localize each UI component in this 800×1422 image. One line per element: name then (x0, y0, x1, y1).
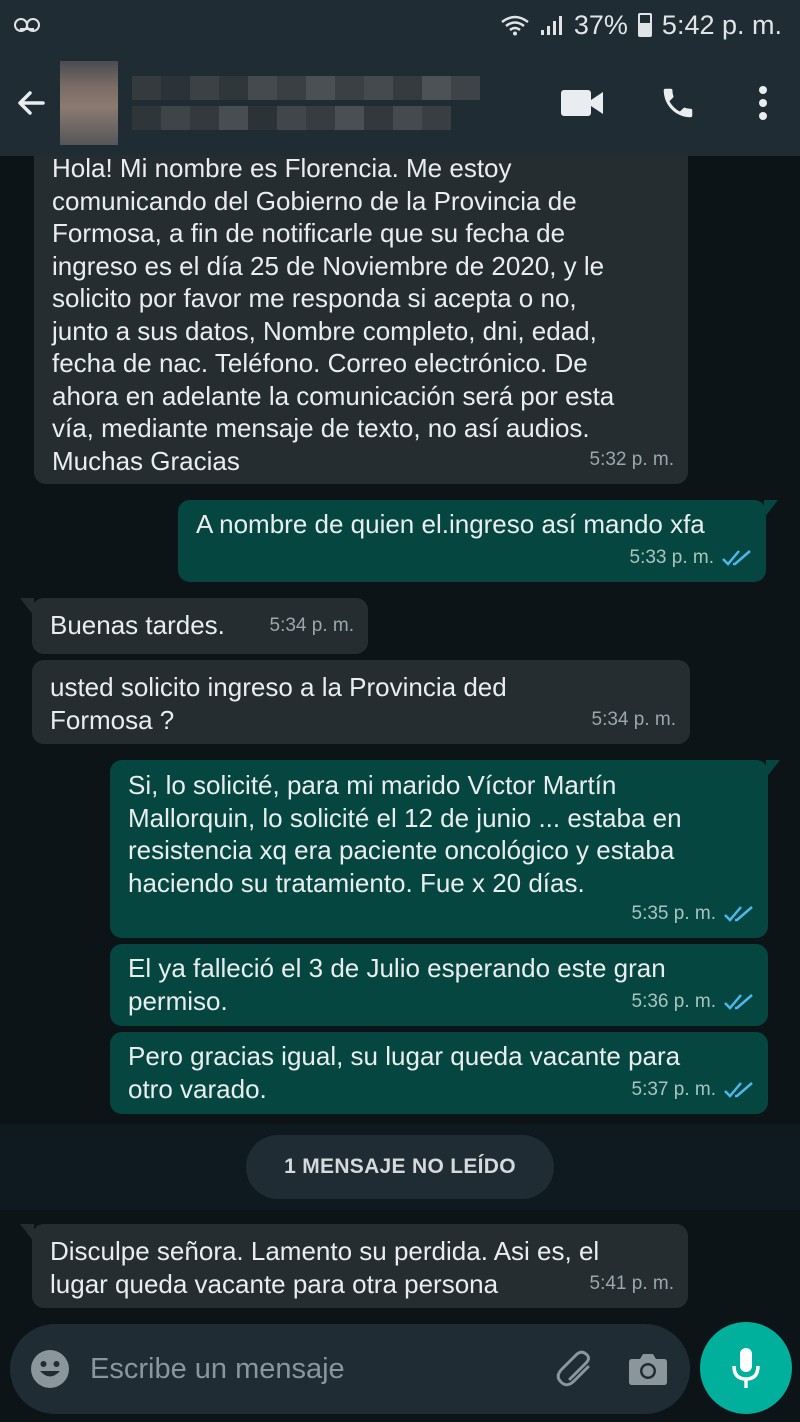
battery-icon (637, 13, 652, 37)
emoji-button[interactable] (10, 1324, 90, 1414)
message-text: usted solicito ingreso a la Provincia de… (50, 672, 507, 735)
message-time: 5:34 p. m. (591, 708, 677, 730)
attach-icon (556, 1350, 590, 1387)
message-time: 5:34 p. m. (269, 614, 355, 636)
mic-icon (732, 1348, 760, 1388)
voice-message-button[interactable] (700, 1322, 792, 1414)
message-bubble-outgoing[interactable]: Si, lo solicité, para mi marido Víctor M… (110, 760, 780, 938)
camera-icon (629, 1354, 667, 1385)
message-text: Hola! Mi nombre es Florencia. Me estoy c… (52, 156, 615, 476)
message-bubble-incoming[interactable]: Disculpe señora. Lamento su perdida. Asi… (20, 1224, 688, 1308)
avatar (60, 61, 118, 145)
chat-header (0, 50, 800, 156)
back-button[interactable] (2, 50, 60, 156)
unread-messages-badge: 1 MENSAJE NO LEÍDO (246, 1135, 554, 1199)
message-input[interactable]: Escribe un mensaje (90, 1353, 546, 1386)
voice-call-button[interactable] (630, 50, 726, 156)
message-time: 5:35 p. m. (631, 902, 717, 924)
unread-divider: 1 MENSAJE NO LEÍDO (0, 1124, 800, 1210)
back-arrow-icon (18, 91, 45, 115)
read-receipt-icon (724, 993, 753, 1010)
signal-icon (540, 16, 562, 35)
message-bubble-incoming[interactable]: usted solicito ingreso a la Provincia de… (32, 660, 690, 744)
read-receipt-icon (724, 905, 753, 922)
emoji-icon (31, 1350, 69, 1388)
voicemail-icon (14, 18, 40, 32)
message-text: Si, lo solicité, para mi marido Víctor M… (128, 770, 682, 898)
message-input-container: Escribe un mensaje (10, 1324, 690, 1414)
video-call-icon (561, 90, 603, 116)
message-time: 5:41 p. m. (589, 1272, 675, 1294)
status-time: 5:42 p. m. (661, 9, 782, 40)
phone-icon (663, 88, 693, 118)
battery-percent: 37% (573, 9, 628, 40)
message-text: Disculpe señora. Lamento su perdida. Asi… (50, 1236, 600, 1299)
contact-name-redacted (132, 76, 480, 130)
message-text: A nombre de quien el.ingreso así mando x… (196, 509, 705, 539)
message-bubble-outgoing[interactable]: A nombre de quien el.ingreso así mando x… (178, 500, 778, 582)
message-bubble-outgoing[interactable]: El ya falleció el 3 de Julio esperando e… (110, 944, 768, 1026)
status-bar: 37% 5:42 p. m. (0, 0, 800, 50)
read-receipt-icon (724, 1081, 753, 1098)
read-receipt-icon (722, 549, 751, 566)
video-call-button[interactable] (534, 50, 630, 156)
compose-bar: Escribe un mensaje (0, 1320, 800, 1422)
message-time: 5:37 p. m. (631, 1078, 717, 1100)
camera-button[interactable] (606, 1324, 690, 1414)
wifi-icon (501, 15, 529, 36)
message-bubble-incoming[interactable]: Buenas tardes. 5:34 p. m. (20, 598, 368, 654)
attach-button[interactable] (546, 1324, 606, 1414)
message-time: 5:32 p. m. (589, 448, 675, 470)
more-vert-icon (759, 86, 767, 120)
message-bubble-outgoing[interactable]: Pero gracias igual, su lugar queda vacan… (110, 1032, 768, 1114)
message-bubble-incoming[interactable]: Hola! Mi nombre es Florencia. Me estoy c… (34, 156, 688, 484)
contact-info[interactable] (60, 50, 480, 156)
more-options-button[interactable] (726, 50, 800, 156)
message-list[interactable]: Hola! Mi nombre es Florencia. Me estoy c… (0, 156, 800, 1320)
message-time: 5:33 p. m. (629, 546, 715, 568)
message-time: 5:36 p. m. (631, 990, 717, 1012)
